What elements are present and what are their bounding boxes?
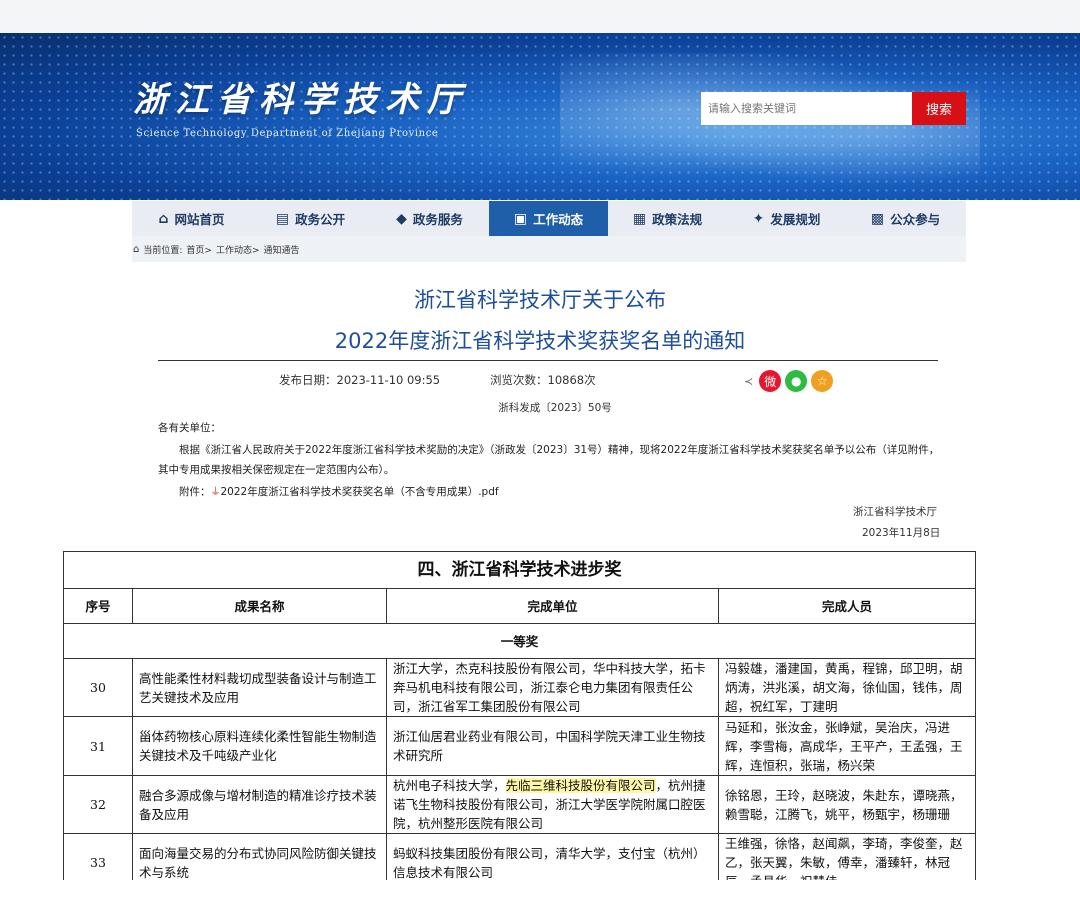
- row-name: 融合多源成像与增材制造的精准诊疗技术装备及应用: [132, 775, 387, 834]
- main-nav: ⌂ 网站首页 ▤ 政务公开 ◆ 政务服务 ▣ 工作动态 ▦ 政策法规 ✦ 发展规划 ▩ 公众参…: [132, 201, 966, 236]
- list-icon: ▤: [275, 210, 290, 227]
- table-caption: 四、浙江省科学技术进步奖: [63, 551, 976, 589]
- nav-label: 政务公开: [295, 212, 346, 227]
- nav-item-participation[interactable]: ▩ 公众参与: [846, 201, 965, 236]
- pdf-icon: ⏚: [210, 487, 221, 498]
- row-units: 浙江仙居君业药业有限公司，中国科学院天津工业生物技术研究所: [386, 716, 719, 776]
- body-line-2: 其中专用成果按相关保密规定在一定范围内公布）。: [158, 464, 395, 476]
- publish-date: 发布日期：2023-11-10 09:55: [279, 373, 441, 387]
- nav-label: 公众参与: [890, 212, 941, 227]
- signature-date: 2023年11月8日: [862, 527, 941, 539]
- nav-label: 工作动态: [533, 212, 584, 227]
- document-icon: ▦: [632, 210, 647, 227]
- attachment-row: 附件：⏚2022年度浙江省科学技术奖获奖名单（不含专用成果）.pdf: [179, 483, 499, 499]
- breadcrumb-section-link[interactable]: 工作动态>: [216, 243, 260, 256]
- breadcrumb-prefix: 当前位置:: [143, 245, 183, 256]
- search-input[interactable]: [701, 92, 912, 125]
- site-logo-subtitle: Science Technology Department of Zhejian…: [136, 128, 439, 139]
- award-level: 一等奖: [63, 623, 976, 659]
- nav-item-services[interactable]: ◆ 政务服务: [370, 201, 489, 236]
- row-people: 冯毅雄，潘建国，黄禹，程锦，邱卫明，胡炳涛，洪兆溪，胡文海，徐仙国，钱伟，周超，…: [718, 658, 976, 717]
- row-no: 31: [63, 716, 133, 776]
- row-people: 马延和，张汝金，张峥斌，吴治庆，冯进辉，李雪梅，高成华，王平产，王孟强，王辉，连…: [718, 716, 976, 776]
- share-bar: ≺ 微 ● ☆: [744, 370, 834, 392]
- attachment-link[interactable]: 2022年度浙江省科学技术奖获奖名单（不含专用成果）.pdf: [221, 486, 499, 498]
- view-count: 浏览次数：10868次: [490, 373, 596, 387]
- signature-org: 浙江省科学技术厅: [853, 506, 937, 518]
- row-name: 高性能柔性材料裁切成型装备设计与制造工艺关键技术及应用: [132, 658, 387, 717]
- body-line-1: 根据《浙江省人民政府关于2022年度浙江省科学技术奖励的决定》（浙政发〔2023…: [179, 444, 940, 456]
- header-name: 成果名称: [132, 588, 387, 624]
- row-units: 杭州电子科技大学，先临三维科技股份有限公司，杭州捷诺飞生物科技股份有限公司，浙江…: [386, 775, 719, 834]
- row-people: 徐铭恩，王玲，赵晓波，朱赴东，谭晓燕，赖雪聪，江腾飞，姚平，杨甄宇，杨珊珊: [718, 775, 976, 834]
- nav-label: 发展规划: [770, 212, 821, 227]
- salutation: 各有关单位：: [158, 422, 221, 434]
- favorite-icon[interactable]: ☆: [811, 370, 834, 392]
- document-number: 浙科发成〔2023〕50号: [498, 402, 612, 414]
- article-title-line2: 2022年度浙江省科学技术奖获奖名单的通知: [334, 329, 746, 353]
- nav-label: 政务服务: [412, 212, 463, 227]
- nav-label: 网站首页: [174, 212, 225, 227]
- site-logo-title[interactable]: 浙江省科学技术厅: [133, 72, 469, 121]
- nav-item-policies[interactable]: ▦ 政策法规: [608, 201, 727, 236]
- handshake-icon: ✦: [752, 210, 765, 227]
- news-icon: ▣: [513, 210, 528, 227]
- article-title-line1: 浙江省科学技术厅关于公布: [414, 288, 666, 312]
- chat-icon: ◆: [396, 210, 407, 227]
- breadcrumb-home-link[interactable]: 首页>: [186, 243, 212, 256]
- search-button[interactable]: 搜索: [912, 92, 966, 125]
- page-bottom-mask: [0, 880, 1080, 909]
- home-icon: ⌂: [158, 210, 169, 227]
- award-table: 四、浙江省科学技术进步奖 序号 成果名称 完成单位 完成人员 一等奖 30 高性…: [63, 551, 976, 892]
- wechat-icon[interactable]: ●: [785, 370, 808, 392]
- row-no: 30: [63, 658, 133, 717]
- attachment-label: 附件：: [179, 486, 211, 498]
- nav-item-planning[interactable]: ✦ 发展规划: [727, 201, 846, 236]
- highlighted-company: 先临三维科技股份有限公司: [505, 778, 656, 793]
- top-gap: [0, 0, 1080, 33]
- breadcrumb: ⌂ 当前位置: 首页> 工作动态> 通知通告: [132, 236, 966, 262]
- row-units: 浙江大学，杰克科技股份有限公司，华中科技大学，拓卡奔马机电科技有限公司，浙江泰仑…: [386, 658, 719, 717]
- weibo-icon[interactable]: 微: [759, 370, 782, 392]
- header-units: 完成单位: [386, 588, 719, 624]
- row-name: 甾体药物核心原料连续化柔性智能生物制造关键技术及千吨级产业化: [132, 716, 387, 776]
- units-text: 杭州电子科技大学，: [393, 778, 506, 793]
- nav-item-government-affairs[interactable]: ▤ 政务公开: [251, 201, 370, 236]
- title-divider: [158, 360, 938, 361]
- table-row: 30 高性能柔性材料裁切成型装备设计与制造工艺关键技术及应用 浙江大学，杰克科技…: [63, 658, 976, 717]
- people-icon: ▩: [870, 210, 885, 227]
- header-people: 完成人员: [718, 588, 976, 624]
- header-no: 序号: [63, 588, 133, 624]
- nav-item-work-news[interactable]: ▣ 工作动态: [489, 201, 608, 236]
- share-icon[interactable]: ≺: [744, 375, 753, 388]
- nav-item-home[interactable]: ⌂ 网站首页: [132, 201, 251, 236]
- table-row: 31 甾体药物核心原料连续化柔性智能生物制造关键技术及千吨级产业化 浙江仙居君业…: [63, 716, 976, 776]
- home-small-icon: ⌂: [133, 243, 140, 255]
- nav-label: 政策法规: [652, 212, 703, 227]
- row-no: 32: [63, 775, 133, 834]
- table-row: 32 融合多源成像与增材制造的精准诊疗技术装备及应用 杭州电子科技大学，先临三维…: [63, 775, 976, 834]
- breadcrumb-current[interactable]: 通知通告: [264, 243, 300, 256]
